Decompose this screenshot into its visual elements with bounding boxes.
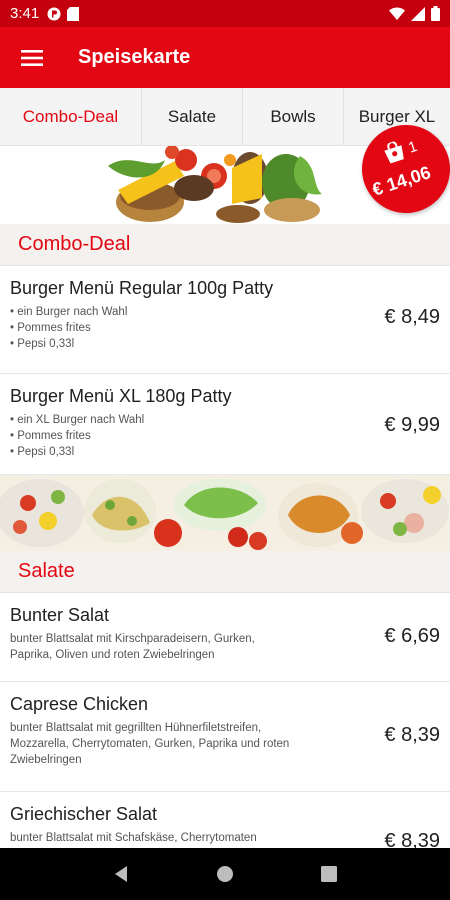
- item-name: Caprese Chicken: [10, 694, 149, 714]
- hamburger-menu-icon: [21, 49, 43, 66]
- menu-item-caprese-chicken[interactable]: Caprese Chicken bunter Blattsalat mit ge…: [0, 682, 450, 792]
- menu-item-burger-menu-regular[interactable]: Burger Menü Regular 100g Patty • ein Bur…: [0, 266, 450, 374]
- page-title: Speisekarte: [78, 46, 191, 68]
- item-price: € 8,39: [384, 830, 440, 848]
- section-header-combo-deal: Combo-Deal: [0, 224, 450, 266]
- item-price: € 6,69: [384, 625, 440, 647]
- menu-item-burger-menu-xl[interactable]: Burger Menü XL 180g Patty • ein XL Burge…: [0, 374, 450, 475]
- item-price: € 9,99: [384, 414, 440, 436]
- cart-count: 1: [406, 137, 420, 157]
- tab-bowls[interactable]: Bowls: [243, 88, 344, 145]
- home-icon[interactable]: [216, 865, 234, 883]
- salad-banner-image: [0, 475, 450, 551]
- menu-list[interactable]: Combo-Deal Burger Menü Regular 100g Patt…: [0, 146, 450, 848]
- item-description: bunter Blattsalat mit Schafskäse, Cherry…: [10, 832, 257, 844]
- menu-item-griechischer-salat[interactable]: Griechischer Salat bunter Blattsalat mit…: [0, 792, 450, 848]
- section-header-salate: Salate: [0, 551, 450, 593]
- item-name: Griechischer Salat: [10, 804, 158, 824]
- recent-apps-icon[interactable]: [320, 866, 337, 882]
- back-icon[interactable]: [113, 865, 129, 883]
- item-name: Bunter Salat: [10, 605, 110, 625]
- salad-bowls-illustration: [0, 475, 450, 551]
- item-description: bunter Blattsalat mit Kirschparadeisern,…: [10, 633, 255, 661]
- menu-item-bunter-salat[interactable]: Bunter Salat bunter Blattsalat mit Kirsc…: [0, 593, 450, 682]
- tab-salate[interactable]: Salate: [142, 88, 243, 145]
- system-navigation-bar: [0, 848, 450, 900]
- hamburger-menu-button[interactable]: [0, 27, 64, 88]
- status-bar: 3:41: [0, 0, 450, 27]
- status-time: 3:41: [10, 5, 40, 22]
- app-bar: Speisekarte: [0, 27, 450, 88]
- wifi-icon: [389, 7, 405, 20]
- signal-icon: [411, 6, 425, 21]
- tab-combo-deal[interactable]: Combo-Deal: [0, 88, 142, 145]
- item-description: • ein Burger nach Wahl • Pommes frites •…: [10, 306, 128, 350]
- item-description: bunter Blattsalat mit gegrillten Hühnerf…: [10, 722, 290, 766]
- sd-card-icon: [67, 6, 80, 21]
- cart-total: € 14,06: [369, 162, 434, 200]
- item-price: € 8,39: [384, 724, 440, 746]
- item-name: Burger Menü XL 180g Patty: [10, 386, 232, 406]
- item-name: Burger Menü Regular 100g Patty: [10, 278, 274, 298]
- shopping-bag-icon: [384, 141, 404, 164]
- item-price: € 8,49: [384, 306, 440, 328]
- item-description: • ein XL Burger nach Wahl • Pommes frite…: [10, 414, 145, 458]
- battery-icon: [431, 6, 440, 21]
- app-notification-icon: [47, 7, 61, 20]
